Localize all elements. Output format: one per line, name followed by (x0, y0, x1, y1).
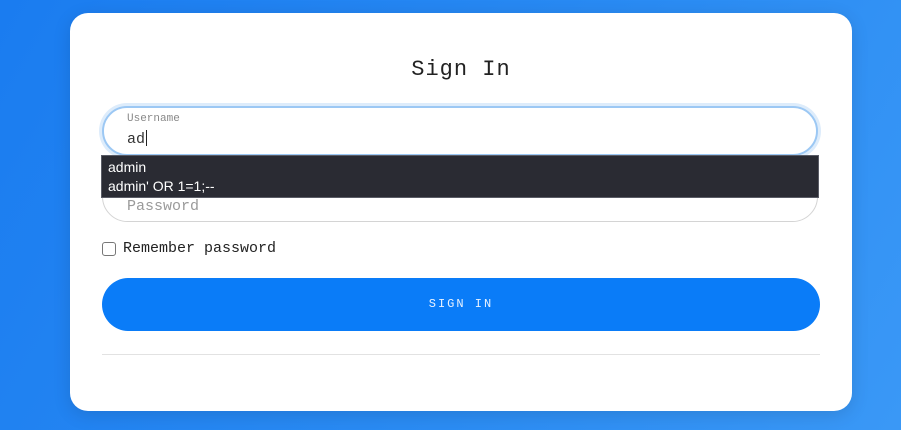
remember-password: Remember password (102, 240, 276, 257)
username-field[interactable]: Username ad (102, 106, 818, 156)
username-input[interactable]: ad (127, 130, 148, 148)
page-title: Sign In (411, 57, 511, 82)
password-placeholder: Password (127, 198, 200, 215)
autocomplete-option[interactable]: admin (102, 158, 818, 177)
divider (102, 354, 820, 355)
remember-label[interactable]: Remember password (123, 240, 276, 257)
autocomplete-dropdown: admin admin' OR 1=1;-- (101, 155, 819, 198)
username-label: Username (127, 113, 180, 125)
remember-checkbox[interactable] (102, 241, 116, 256)
sign-in-button[interactable]: SIGN IN (102, 278, 820, 331)
username-value: ad (127, 131, 146, 148)
login-card: Sign In Username ad Password admin admin… (70, 13, 852, 411)
autocomplete-option[interactable]: admin' OR 1=1;-- (102, 177, 818, 196)
text-caret (146, 130, 148, 146)
